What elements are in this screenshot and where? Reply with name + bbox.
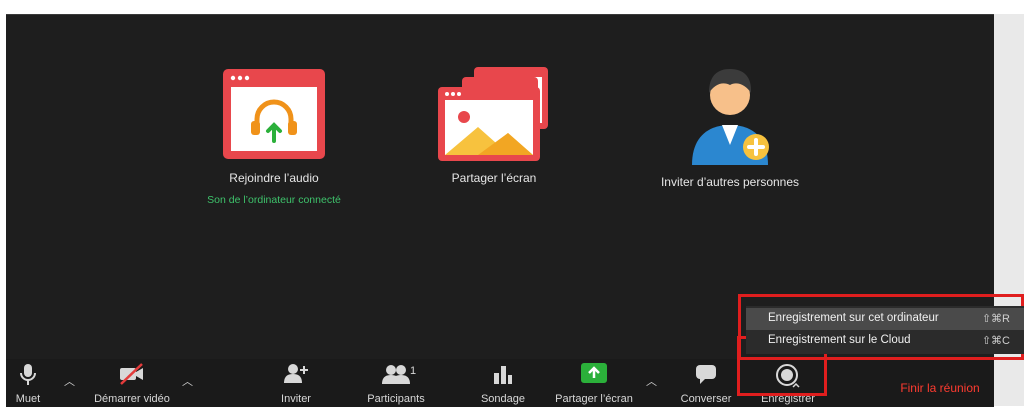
share-screen-button[interactable]: Partager l’écran [544,359,644,407]
invite-label: Inviter d’autres personnes [660,175,800,189]
headphones-icon [221,67,327,161]
join-audio-action[interactable]: Rejoindre l’audio Son de l’ordinateur co… [184,67,364,206]
chat-button[interactable]: Converser [670,359,742,407]
end-meeting-button[interactable]: Finir la réunion [886,359,994,407]
share-screen-arrow-icon [581,363,607,388]
video-off-icon [118,363,146,390]
bar-chart-icon [493,363,513,390]
person-add-icon [682,63,778,165]
participants-button[interactable]: 1 Participants [356,359,436,407]
microphone-icon [20,363,36,392]
audio-status-text: Son de l’ordinateur connecté [207,194,341,206]
menu-item-label: Enregistrement sur le Cloud [768,334,911,346]
mute-label: Muet [15,393,41,405]
share-options-caret-icon[interactable]: ︿ [646,373,657,389]
menu-item-label: Enregistrement sur cet ordinateur [768,312,939,324]
join-audio-label: Rejoindre l’audio [229,171,319,185]
record-local-menu-item[interactable]: Enregistrement sur cet ordinateur ⇧⌘R [746,308,1024,330]
poll-button[interactable]: Sondage [472,359,534,407]
invite-button[interactable]: Inviter [268,359,324,407]
video-options-caret-icon[interactable]: ︿ [182,373,193,389]
poll-label: Sondage [480,393,526,405]
share-screen-icon [438,67,550,161]
invite-label-toolbar: Inviter [281,393,311,405]
chat-bubble-icon [695,363,717,390]
mute-button[interactable]: Muet [6,359,50,407]
start-video-button[interactable]: Démarrer vidéo [84,359,180,407]
participants-label: Participants [367,393,425,405]
record-menu: Enregistrement sur cet ordinateur ⇧⌘R En… [746,306,1024,354]
participants-icon [382,363,410,390]
share-screen-label-toolbar: Partager l’écran [555,393,633,405]
invite-action[interactable]: Inviter d’autres personnes [640,67,820,189]
menu-item-shortcut: ⇧⌘C [981,335,1010,347]
menu-item-shortcut: ⇧⌘R [981,313,1010,325]
meeting-toolbar: Muet ︿ Démarrer vidéo ︿ Inviter 1 Partic… [6,359,994,407]
audio-options-caret-icon[interactable]: ︿ [64,373,75,389]
invite-person-icon [284,363,308,390]
share-screen-label: Partager l’écran [451,171,537,185]
chat-label: Converser [680,393,732,405]
record-cloud-menu-item[interactable]: Enregistrement sur le Cloud ⇧⌘C [746,330,1024,352]
share-screen-action[interactable]: Partager l’écran [404,67,584,185]
start-video-label: Démarrer vidéo [94,393,170,405]
participants-count: 1 [410,365,417,377]
